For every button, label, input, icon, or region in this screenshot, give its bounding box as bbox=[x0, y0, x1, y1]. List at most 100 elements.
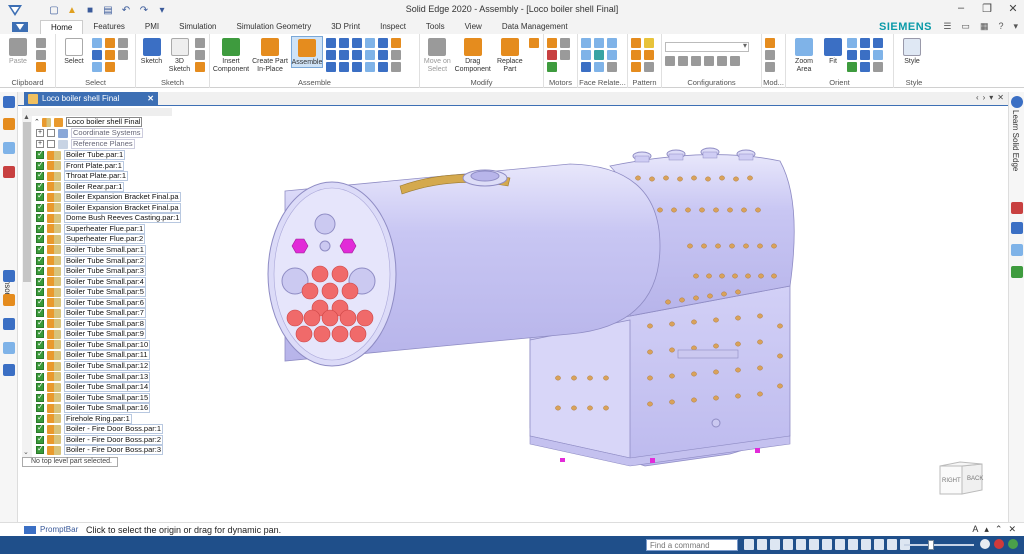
visibility-checkbox[interactable] bbox=[47, 129, 55, 137]
alternate-assemblies-icon[interactable] bbox=[3, 318, 15, 330]
learn-help-icon[interactable] bbox=[1011, 96, 1023, 108]
zoom-area-status-icon[interactable] bbox=[744, 539, 754, 550]
flash-fit-icon[interactable] bbox=[365, 62, 375, 72]
style-status-icon[interactable] bbox=[874, 539, 884, 550]
pattern-more-icon[interactable] bbox=[631, 62, 641, 72]
family-of-assemblies-icon[interactable] bbox=[3, 294, 15, 306]
scroll-up-icon[interactable]: ▲ bbox=[23, 114, 30, 121]
visibility-checkbox[interactable] bbox=[36, 371, 44, 381]
path-icon[interactable] bbox=[378, 50, 388, 60]
zoom-status-icon[interactable] bbox=[757, 539, 767, 550]
visibility-checkbox[interactable] bbox=[36, 265, 44, 276]
visibility-checkbox[interactable] bbox=[47, 140, 55, 148]
view-orient-icon[interactable] bbox=[847, 50, 857, 60]
visibility-checkbox[interactable] bbox=[36, 233, 44, 244]
paste-button[interactable]: Paste bbox=[3, 36, 33, 66]
tab-simulation[interactable]: Simulation bbox=[169, 20, 226, 34]
tree-part-row[interactable]: Boiler Tube Small.par:13 bbox=[36, 371, 151, 382]
orient-more-icon[interactable] bbox=[873, 62, 883, 72]
tree-part-row[interactable]: Superheater Flue.par:2 bbox=[36, 233, 146, 245]
find-command-input[interactable] bbox=[646, 539, 738, 551]
pattern-icon[interactable] bbox=[631, 38, 641, 48]
select-area-icon[interactable] bbox=[92, 50, 102, 60]
zoom-area-button[interactable]: Zoom Area bbox=[789, 36, 819, 74]
tree-part-row[interactable]: Boiler Tube Small.par:12 bbox=[36, 360, 151, 371]
tree-part-row[interactable]: Boiler Tube Small.par:10 bbox=[36, 339, 151, 350]
sketch-option-3-icon[interactable] bbox=[195, 62, 205, 72]
ribbon-settings-icon[interactable]: ☰ bbox=[943, 21, 951, 32]
copy-icon[interactable] bbox=[36, 50, 46, 60]
visibility-checkbox[interactable] bbox=[36, 223, 44, 233]
mate-icon[interactable] bbox=[326, 38, 336, 48]
face-relate-8-icon[interactable] bbox=[594, 62, 604, 72]
tree-part-row[interactable]: Boiler Tube Small.par:8 bbox=[36, 318, 146, 329]
save-icon[interactable]: ■ bbox=[84, 4, 96, 16]
visibility-checkbox[interactable] bbox=[36, 244, 44, 254]
sketch-option-2-icon[interactable] bbox=[195, 50, 205, 60]
collapse-prompt-icon[interactable]: ⌃ bbox=[995, 524, 1003, 535]
tab-3d-print[interactable]: 3D Print bbox=[321, 20, 370, 34]
face-relate-2-icon[interactable] bbox=[594, 38, 604, 48]
duplicate-icon[interactable] bbox=[644, 50, 654, 60]
create-part-in-place-button[interactable]: Create Part In-Place bbox=[252, 36, 288, 74]
expand-icon[interactable]: + bbox=[36, 129, 44, 137]
visibility-checkbox[interactable] bbox=[36, 149, 44, 159]
visibility-checkbox[interactable] bbox=[36, 160, 44, 170]
3d-sketch-button[interactable]: 3D Sketch bbox=[167, 36, 192, 74]
visibility-checkbox[interactable] bbox=[36, 328, 44, 339]
reports-tab-icon[interactable] bbox=[3, 342, 15, 354]
view-cube-back-face[interactable]: BACK bbox=[967, 476, 983, 482]
motor-play-icon[interactable] bbox=[547, 62, 557, 72]
face-relate-5-icon[interactable] bbox=[594, 50, 604, 60]
tree-part-row[interactable]: Boiler - Fire Door Boss.par:1 bbox=[36, 423, 164, 435]
tab-data-management[interactable]: Data Management bbox=[492, 20, 578, 34]
visibility-checkbox[interactable] bbox=[36, 202, 44, 212]
help-icon[interactable]: ? bbox=[998, 21, 1003, 32]
drag-component-button[interactable]: Drag Component bbox=[455, 36, 491, 74]
tree-part-row[interactable]: Boiler Tube Small.par:9 bbox=[36, 328, 146, 340]
tree-scrollbar[interactable]: ▲ ⌄ bbox=[22, 114, 32, 458]
tab-pmi[interactable]: PMI bbox=[135, 20, 169, 34]
shaded-status-icon[interactable] bbox=[822, 539, 832, 550]
view-cube[interactable]: RIGHT BACK bbox=[938, 460, 984, 496]
gear-relation-icon[interactable] bbox=[352, 50, 362, 60]
tree-row-coordinate-systems[interactable]: + Coordinate Systems bbox=[36, 128, 143, 138]
document-tab[interactable]: Loco boiler shell Final ✕ bbox=[24, 92, 158, 106]
axial-align-icon[interactable] bbox=[352, 38, 362, 48]
expand-icon[interactable]: + bbox=[36, 140, 44, 148]
boiler-assembly-model[interactable] bbox=[190, 106, 1006, 522]
assemble-button[interactable]: Assemble bbox=[291, 36, 323, 68]
open-file-icon[interactable]: ▲ bbox=[66, 4, 78, 16]
cam-icon[interactable] bbox=[326, 50, 336, 60]
visibility-checkbox[interactable] bbox=[36, 307, 44, 318]
tree-part-row[interactable]: Boiler Tube Small.par:7 bbox=[36, 307, 146, 319]
close-prompt-icon[interactable]: ✕ bbox=[1008, 524, 1016, 535]
face-relate-9-icon[interactable] bbox=[607, 62, 617, 72]
face-relate-4-icon[interactable] bbox=[581, 50, 591, 60]
config-5-icon[interactable] bbox=[717, 56, 727, 66]
visibility-checkbox[interactable] bbox=[36, 444, 44, 455]
tab-close-all-icon[interactable]: ✕ bbox=[997, 93, 1004, 102]
scroll-down-icon[interactable]: ⌄ bbox=[23, 448, 29, 456]
visibility-checkbox[interactable] bbox=[36, 402, 44, 413]
style-button[interactable]: Style bbox=[897, 36, 927, 66]
close-document-icon[interactable]: ✕ bbox=[147, 92, 154, 106]
mod-1-icon[interactable] bbox=[765, 38, 775, 48]
assembly-settings-icon[interactable] bbox=[3, 364, 15, 376]
visibility-checkbox[interactable] bbox=[36, 392, 44, 402]
firebox-front-plate[interactable] bbox=[529, 319, 631, 459]
rotate-status-icon[interactable] bbox=[796, 539, 806, 550]
tree-scroll-thumb[interactable] bbox=[23, 122, 31, 282]
tree-part-row[interactable]: Boiler Tube Small.par:5 bbox=[36, 286, 146, 298]
connect-icon[interactable] bbox=[365, 38, 375, 48]
status-ok-icon[interactable] bbox=[1008, 539, 1018, 549]
tab-list-icon[interactable]: ▾ bbox=[989, 93, 993, 102]
pan-status-icon[interactable] bbox=[783, 539, 793, 550]
status-help-icon[interactable] bbox=[980, 539, 990, 549]
configuration-dropdown[interactable] bbox=[665, 41, 749, 52]
select-parts-icon[interactable] bbox=[105, 38, 115, 48]
tab-scroll-right-icon[interactable]: › bbox=[983, 93, 986, 102]
motor-settings-icon[interactable] bbox=[560, 50, 570, 60]
motor-icon[interactable] bbox=[547, 38, 557, 48]
tree-part-row[interactable]: Boiler Tube Small.par:2 bbox=[36, 255, 146, 266]
